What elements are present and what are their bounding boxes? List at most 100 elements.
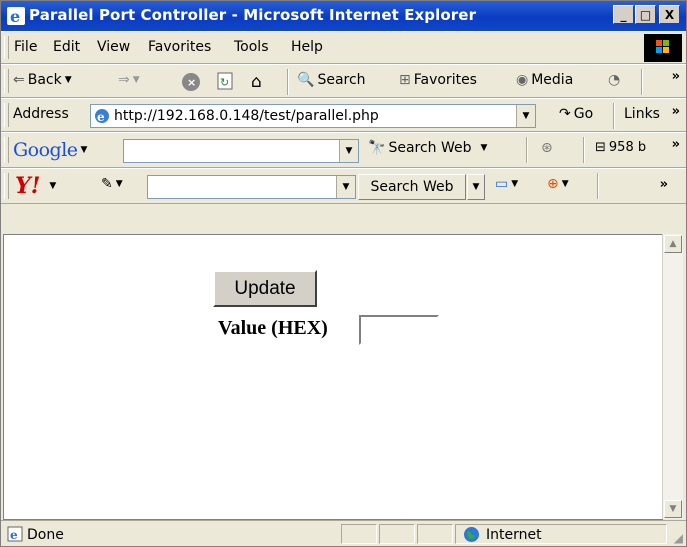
menu-help[interactable]: Help — [291, 39, 323, 55]
chevron-down-icon: ▼ — [115, 179, 123, 189]
menu-view[interactable]: View — [97, 39, 130, 55]
menu-edit[interactable]: Edit — [53, 39, 80, 55]
media-icon: ◉ — [516, 72, 529, 88]
toolbar-overflow-chevron[interactable]: » — [672, 69, 680, 84]
close-button[interactable]: X — [659, 5, 680, 24]
back-label: Back — [27, 72, 62, 88]
pagerank-button[interactable]: ⊟ 958 b — [595, 140, 646, 155]
stop-button[interactable]: × — [181, 72, 201, 92]
toolbar-divider — [526, 137, 528, 163]
search-label: Search — [317, 72, 366, 88]
favorites-button[interactable]: ⊞ Favorites — [399, 72, 477, 88]
pagerank-count: 958 b — [608, 140, 647, 155]
vertical-scrollbar[interactable]: ▲ ▼ — [662, 234, 683, 519]
media-label: Media — [531, 72, 574, 88]
standard-toolbar: ⇐ Back ▼ ⇒ ▼ × ↻ ⌂ 🔍 Search ⊞ Favorites … — [1, 64, 686, 98]
zone-text: Internet — [486, 527, 542, 543]
search-button[interactable]: 🔍 Search — [297, 72, 366, 88]
page-content — [3, 234, 663, 520]
svg-text:e: e — [97, 110, 105, 124]
ie-icon: e — [7, 7, 25, 25]
toolbar-divider — [583, 137, 585, 163]
yahoo-overflow-chevron[interactable]: » — [660, 177, 668, 192]
favorites-label: Favorites — [413, 72, 477, 88]
google-search-web-label: Search Web — [388, 140, 472, 156]
news-icon: ⊛ — [541, 140, 553, 156]
forward-arrow-icon: ⇒ — [118, 72, 130, 88]
chevron-down-icon: ▼ — [49, 181, 57, 191]
globe-icon — [464, 527, 479, 542]
back-arrow-icon: ⇐ — [13, 72, 25, 88]
toolbar-divider — [597, 173, 599, 199]
links-button[interactable]: Links — [624, 106, 660, 122]
back-button[interactable]: ⇐ Back ▼ — [13, 72, 72, 88]
refresh-icon: ↻ — [217, 72, 233, 90]
yahoo-search-dropdown-button[interactable]: ▼ — [467, 174, 485, 200]
yahoo-toolbar: Y! ▼ ✎ ▼ ▼ Search Web ▼ ▭ ▼ ⊕ ▼ » — [1, 168, 686, 204]
yahoo-search-dropdown[interactable]: ▼ — [336, 176, 355, 198]
svg-text:×: × — [187, 76, 196, 89]
google-search-input[interactable]: ▼ — [123, 139, 359, 163]
target-button[interactable]: ⊕ ▼ — [547, 176, 569, 192]
minimize-button[interactable]: _ — [613, 5, 634, 24]
address-field[interactable]: e http://192.168.0.148/test/parallel.php… — [90, 104, 536, 128]
page-icon: e — [95, 109, 109, 124]
menu-tools[interactable]: Tools — [234, 39, 269, 55]
home-icon: ⌂ — [251, 72, 262, 92]
binoculars-icon: 🔭 — [368, 140, 386, 156]
history-icon: ◔ — [608, 72, 621, 88]
stop-icon: × — [182, 73, 200, 91]
toolbar-grip[interactable] — [4, 137, 9, 163]
yahoo-search-web-button[interactable]: Search Web — [358, 174, 466, 200]
highlight-button[interactable]: ✎ ▼ — [101, 176, 123, 192]
maximize-button[interactable]: □ — [635, 5, 656, 24]
chevron-down-icon: ▼ — [64, 75, 72, 85]
status-panel — [341, 524, 377, 544]
svg-text:e: e — [10, 7, 20, 25]
status-bar: e Done Internet ◢ — [1, 520, 686, 546]
address-bar: Address e http://192.168.0.148/test/para… — [1, 98, 686, 132]
yahoo-menu-button[interactable]: Y! ▼ — [15, 173, 56, 199]
pencil-icon: ✎ — [101, 176, 113, 192]
links-overflow-chevron[interactable]: » — [672, 104, 680, 119]
resize-grip-icon[interactable]: ◢ — [674, 531, 683, 545]
window-button[interactable]: ▭ ▼ — [495, 176, 518, 192]
history-button[interactable]: ◔ — [608, 72, 620, 88]
toolbar-grip[interactable] — [4, 103, 9, 127]
scroll-up-arrow[interactable]: ▲ — [664, 235, 682, 253]
menu-favorites[interactable]: Favorites — [148, 39, 211, 55]
forward-button[interactable]: ⇒ ▼ — [118, 72, 140, 88]
google-overflow-chevron[interactable]: » — [672, 137, 680, 152]
toolbar-grip[interactable] — [4, 69, 9, 93]
toolbar-grip[interactable] — [4, 36, 9, 59]
chevron-down-icon: ▼ — [480, 143, 488, 153]
status-panel — [379, 524, 415, 544]
google-logo: Google — [13, 139, 78, 161]
windows-logo-icon — [644, 34, 682, 62]
google-toolbar: Google ▼ ▼ 🔭 Search Web ▼ ⊛ ⊟ 958 b » — [1, 132, 686, 168]
google-search-web-button[interactable]: 🔭 Search Web ▼ — [368, 140, 487, 156]
status-text: Done — [27, 527, 64, 543]
value-hex-input[interactable] — [359, 315, 439, 345]
scroll-down-arrow[interactable]: ▼ — [664, 500, 682, 518]
update-button[interactable]: Update — [213, 270, 317, 307]
google-search-dropdown[interactable]: ▼ — [339, 140, 358, 162]
toolbar-divider — [287, 69, 289, 95]
chevron-down-icon: ▼ — [561, 179, 569, 189]
news-button[interactable]: ⊛ — [541, 140, 553, 156]
title-bar[interactable]: e Parallel Port Controller - Microsoft I… — [1, 1, 686, 31]
address-label: Address — [13, 106, 69, 122]
go-button[interactable]: ↷ Go — [559, 106, 593, 122]
svg-text:↻: ↻ — [220, 76, 229, 89]
address-dropdown-button[interactable]: ▼ — [516, 105, 535, 127]
favorites-icon: ⊞ — [399, 72, 411, 88]
google-menu-button[interactable]: Google ▼ — [13, 139, 87, 161]
go-arrow-icon: ↷ — [559, 106, 571, 122]
home-button[interactable]: ⌂ — [251, 72, 262, 92]
svg-text:e: e — [10, 528, 18, 542]
toolbar-grip[interactable] — [4, 173, 9, 199]
yahoo-search-input[interactable]: ▼ — [147, 175, 356, 199]
menu-file[interactable]: File — [14, 39, 37, 55]
media-button[interactable]: ◉ Media — [516, 72, 573, 88]
refresh-button[interactable]: ↻ — [216, 72, 234, 90]
